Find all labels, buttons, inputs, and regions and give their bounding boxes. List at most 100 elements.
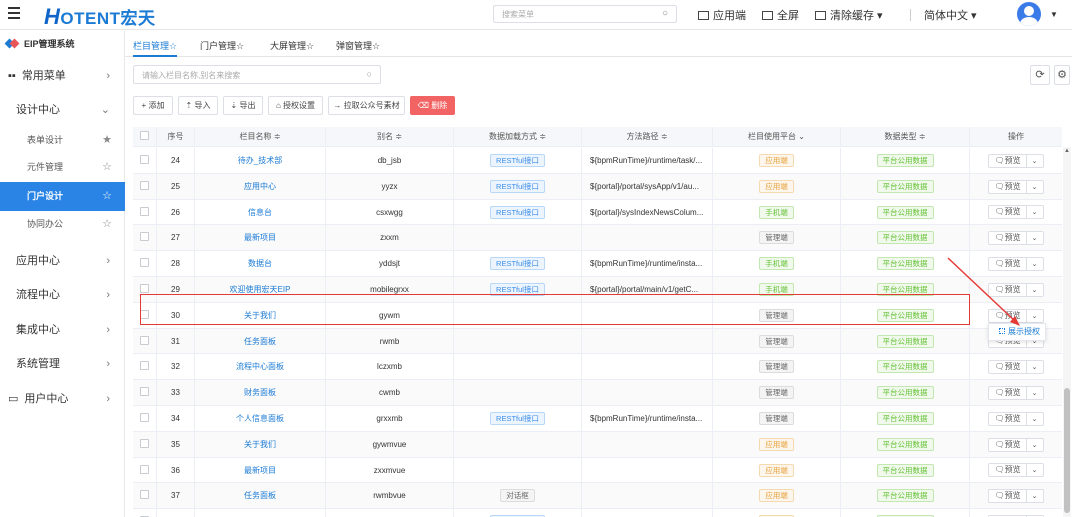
preview-split-button[interactable]: 🗨预览⌄ <box>988 231 1044 246</box>
table-row[interactable]: 26 信息台 csxwgg RESTful接口 ${portal}/sysIndexNe… <box>133 199 1062 226</box>
row-checkbox[interactable] <box>140 180 149 190</box>
language-select[interactable]: 简体中文 ▾ <box>924 7 977 23</box>
table-row[interactable]: 32 流程中心面板 lczxmb 管理端 平台公用数据 🗨预览 ⌄ <box>133 354 1062 381</box>
row-checkbox[interactable] <box>140 438 149 448</box>
chevron-down-icon[interactable]: ⌄ <box>1027 465 1043 477</box>
menu-search-input[interactable]: 搜索菜单 ○ <box>493 5 677 23</box>
table-row[interactable]: 38我的请求vueMyrequestRESTful接口${bpmRunTime}… <box>133 509 1062 517</box>
tab-screen-manage[interactable]: 大屏管理☆ <box>270 39 314 52</box>
chevron-down-icon[interactable]: ⌄ <box>1027 285 1043 297</box>
preview-button[interactable]: 🗨预览 <box>989 232 1027 245</box>
refresh-button[interactable]: ⟳ <box>1030 65 1050 85</box>
row-checkbox[interactable] <box>140 387 149 397</box>
column-name-link[interactable]: 数据台 <box>248 259 272 268</box>
tab-portal-manage[interactable]: 门户管理☆ <box>200 39 244 52</box>
clear-cache-button[interactable]: 清除缓存 ▾ <box>815 7 883 23</box>
preview-button[interactable]: 🗨预览 <box>989 283 1027 296</box>
row-checkbox[interactable] <box>140 206 149 216</box>
pull-material-button[interactable]: → 拉取公众号素材 <box>328 96 405 115</box>
sidebar-item-design-center[interactable]: 设计中心 ⌄ <box>0 93 125 127</box>
preview-split-button[interactable]: 🗨预览⌄ <box>988 489 1044 504</box>
chevron-down-icon[interactable]: ⌄ <box>1027 388 1043 400</box>
checkbox-cell[interactable] <box>133 199 157 225</box>
col-load[interactable]: 数据加载方式 ≑ <box>454 127 582 147</box>
checkbox-cell[interactable] <box>133 148 157 173</box>
preview-split-button[interactable]: 🗨预览⌄ <box>988 360 1044 375</box>
chevron-down-icon[interactable]: ▼ <box>1050 10 1058 19</box>
star-outline-icon[interactable]: ☆ <box>102 182 112 211</box>
preview-button[interactable]: 🗨预览 <box>989 180 1027 193</box>
table-row[interactable]: 35 关于我们 gywmvue 应用端 平台公用数据 🗨预览 ⌄ <box>133 431 1062 458</box>
chevron-down-icon[interactable]: ⌄ <box>1027 156 1043 168</box>
table-row[interactable]: 25 应用中心 yyzx RESTful接口 ${portal}/portal/sysA… <box>133 173 1062 200</box>
star-outline-icon[interactable]: ☆ <box>102 211 112 237</box>
checkbox-cell[interactable] <box>133 483 157 509</box>
preview-button[interactable]: 🗨预览 <box>989 206 1027 219</box>
chevron-down-icon[interactable]: ⌄ <box>1027 311 1043 323</box>
preview-split-button[interactable]: 🗨预览⌄ <box>988 257 1044 272</box>
column-name-link[interactable]: 个人信息面板 <box>236 414 284 423</box>
row-checkbox[interactable] <box>140 155 149 164</box>
show-auth-menu-item[interactable]: 展示授权 <box>988 323 1046 341</box>
preview-split-button[interactable]: 🗨预览⌄ <box>988 153 1044 168</box>
row-checkbox[interactable] <box>140 413 149 422</box>
preview-button[interactable]: 🗨预览 <box>989 361 1027 374</box>
chevron-down-icon[interactable]: ⌄ <box>1027 233 1043 245</box>
checkbox-cell[interactable] <box>133 380 157 406</box>
preview-button[interactable]: 🗨预览 <box>989 464 1027 477</box>
table-row[interactable]: 31任务面板rwmb管理端平台公用数据🗨预览⌄ <box>133 328 1062 355</box>
chevron-down-icon[interactable]: ⌄ <box>1027 362 1043 374</box>
preview-button[interactable]: 🗨预览 <box>989 309 1027 322</box>
tab-popup-manage[interactable]: 弹窗管理☆ <box>336 39 380 52</box>
add-button[interactable]: + 添加 <box>133 96 173 115</box>
row-checkbox[interactable] <box>140 335 149 345</box>
avatar[interactable] <box>1017 2 1041 26</box>
preview-button[interactable]: 🗨预览 <box>989 412 1027 425</box>
column-name-link[interactable]: 任务面板 <box>244 337 276 346</box>
preview-button[interactable]: 🗨预览 <box>989 154 1027 167</box>
preview-split-button[interactable]: 🗨预览⌄ <box>988 179 1044 194</box>
checkbox-cell[interactable] <box>133 328 157 354</box>
column-name-link[interactable]: 关于我们 <box>244 440 276 449</box>
sidebar-item-collab[interactable]: 协同办公 ☆ <box>0 211 125 237</box>
checkbox-cell[interactable] <box>133 431 157 457</box>
preview-button[interactable]: 🗨预览 <box>989 490 1027 503</box>
chevron-down-icon[interactable]: ⌄ <box>1027 414 1043 426</box>
preview-split-button[interactable]: 🗨预览⌄ <box>988 437 1044 452</box>
preview-split-button[interactable]: 🗨预览⌄ <box>988 282 1044 297</box>
row-checkbox[interactable] <box>140 361 149 371</box>
row-checkbox[interactable] <box>140 490 149 500</box>
menu-toggle-icon[interactable] <box>8 7 20 21</box>
row-checkbox[interactable] <box>140 258 149 268</box>
sidebar-item-form-design[interactable]: 表单设计 ★ <box>0 127 125 153</box>
sidebar-item-integration[interactable]: 集成中心 › <box>0 313 125 347</box>
star-icon[interactable]: ★ <box>102 127 112 153</box>
sidebar-item-app-center[interactable]: 应用中心 › <box>0 244 125 278</box>
preview-button[interactable]: 🗨预览 <box>989 387 1027 400</box>
sidebar-item-user-center[interactable]: ▭ 用户中心 › <box>0 382 125 416</box>
sidebar-item-component[interactable]: 元件管理 ☆ <box>0 154 125 180</box>
checkbox-cell[interactable] <box>133 251 157 277</box>
sidebar-item-flow-center[interactable]: 流程中心 › <box>0 278 125 312</box>
scrollbar-thumb[interactable] <box>1064 388 1070 513</box>
preview-split-button[interactable]: 🗨预览⌄ <box>988 205 1044 220</box>
column-name-link[interactable]: 应用中心 <box>244 182 276 191</box>
tab-column-manage[interactable]: 栏目管理☆ <box>133 39 178 57</box>
column-search-input[interactable]: 请输入栏目名称,别名来搜索 ○ <box>133 65 381 84</box>
col-alias[interactable]: 别名 ≑ <box>326 127 454 147</box>
table-row[interactable]: 33 财务面板 cwmb 管理端 平台公用数据 🗨预览 ⌄ <box>133 380 1062 406</box>
row-checkbox[interactable] <box>140 232 149 242</box>
preview-split-button[interactable]: 🗨预览⌄ <box>988 386 1044 401</box>
chevron-down-icon[interactable]: ⌄ <box>1027 207 1043 219</box>
col-name[interactable]: 栏目名称 ≑ <box>195 127 326 147</box>
row-checkbox[interactable] <box>140 464 149 474</box>
search-icon[interactable]: ○ <box>367 69 372 79</box>
checkbox-cell[interactable] <box>133 173 157 199</box>
checkbox-cell[interactable] <box>133 354 157 380</box>
import-button[interactable]: ⇡ 导入 <box>178 96 218 115</box>
column-name-link[interactable]: 最新项目 <box>244 466 276 475</box>
select-all-checkbox[interactable] <box>133 127 157 147</box>
checkbox-cell[interactable] <box>133 509 157 517</box>
settings-button[interactable]: ⚙ <box>1054 65 1070 85</box>
col-dtype[interactable]: 数据类型 ≑ <box>841 127 970 147</box>
